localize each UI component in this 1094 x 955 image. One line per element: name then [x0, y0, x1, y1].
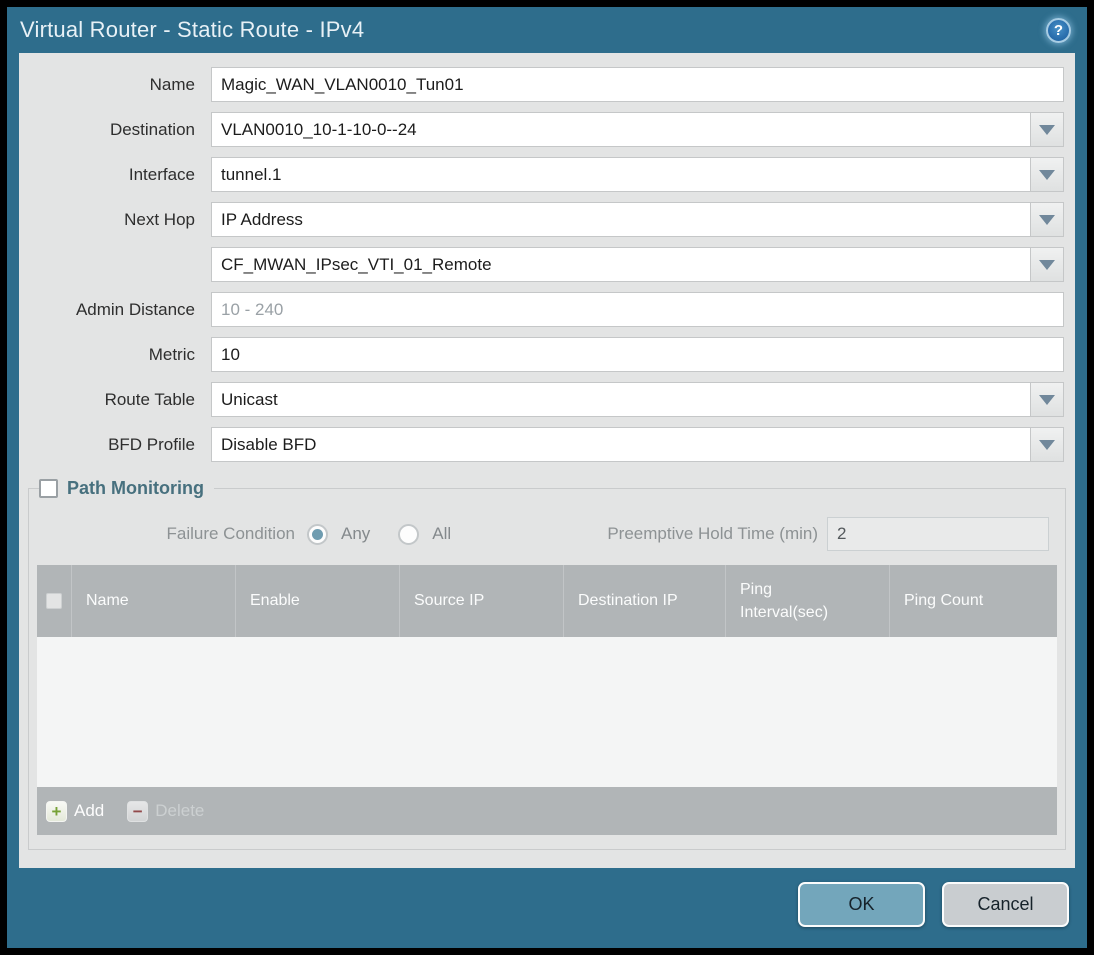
- cancel-button[interactable]: Cancel: [942, 882, 1069, 927]
- select-all-checkbox[interactable]: [46, 593, 62, 609]
- name-input[interactable]: [211, 67, 1064, 102]
- form-row-interface: Interface: [19, 157, 1075, 192]
- table-body-empty: [37, 637, 1057, 787]
- route-table-label: Route Table: [104, 389, 195, 409]
- plus-icon: +: [46, 800, 67, 822]
- bfd-profile-label: BFD Profile: [108, 434, 195, 454]
- add-button[interactable]: + Add: [46, 800, 105, 822]
- chevron-down-icon: [1039, 124, 1055, 135]
- column-header-ping-count: Ping Count: [904, 592, 984, 609]
- interface-input[interactable]: [211, 157, 1031, 192]
- bfd-profile-dropdown-button[interactable]: [1030, 427, 1064, 462]
- form-row-route-table: Route Table: [19, 382, 1075, 417]
- ok-button[interactable]: OK: [798, 882, 925, 927]
- table-toolbar: + Add − Delete: [37, 787, 1057, 835]
- route-table-dropdown-button[interactable]: [1030, 382, 1064, 417]
- admin-distance-label: Admin Distance: [75, 299, 195, 319]
- destination-label: Destination: [109, 119, 195, 139]
- failure-condition-all-option[interactable]: All: [398, 523, 452, 545]
- form-row-bfd-profile: BFD Profile: [19, 427, 1075, 462]
- preemptive-hold-time-label: Preemptive Hold Time (min): [607, 524, 818, 543]
- column-header-source-ip: Source IP: [400, 565, 564, 637]
- next-hop-address-dropdown-button[interactable]: [1030, 247, 1064, 282]
- destination-input[interactable]: [211, 112, 1031, 147]
- chevron-down-icon: [1039, 439, 1055, 450]
- name-label: Name: [149, 74, 195, 94]
- chevron-down-icon: [1039, 394, 1055, 405]
- admin-distance-input[interactable]: [211, 292, 1064, 327]
- form-row-destination: Destination: [19, 112, 1075, 147]
- metric-label: Metric: [148, 344, 195, 364]
- interface-dropdown-button[interactable]: [1030, 157, 1064, 192]
- path-monitoring-section: Path Monitoring Failure Condition Any Al…: [28, 478, 1066, 850]
- radio-all-label: All: [432, 524, 452, 543]
- column-header-ping-interval: Ping Interval(sec): [726, 565, 890, 637]
- chevron-down-icon: [1039, 169, 1055, 180]
- form-row-admin-distance: Admin Distance: [19, 292, 1075, 327]
- path-monitoring-table: Name Enable Source IP Destination IP Pin…: [37, 565, 1057, 835]
- column-header-name: Name: [72, 565, 236, 637]
- title-bar: Virtual Router - Static Route - IPv4 ?: [7, 7, 1087, 53]
- help-icon[interactable]: ?: [1046, 17, 1071, 43]
- add-button-label: Add: [74, 801, 105, 820]
- form-row-metric: Metric: [19, 337, 1075, 372]
- interface-label: Interface: [128, 164, 195, 184]
- failure-condition-any-option[interactable]: Any: [307, 523, 371, 545]
- page-title: Virtual Router - Static Route - IPv4: [20, 17, 365, 42]
- path-monitoring-title: Path Monitoring: [67, 478, 204, 498]
- column-header-destination-ip: Destination IP: [564, 565, 726, 637]
- route-table-input[interactable]: [211, 382, 1031, 417]
- next-hop-type-dropdown-button[interactable]: [1030, 202, 1064, 237]
- metric-input[interactable]: [211, 337, 1064, 372]
- bfd-profile-input[interactable]: [211, 427, 1031, 462]
- destination-dropdown-button[interactable]: [1030, 112, 1064, 147]
- form-row-next-hop: Next Hop: [19, 202, 1075, 237]
- next-hop-label: Next Hop: [124, 209, 195, 229]
- radio-any-icon[interactable]: [307, 523, 328, 545]
- next-hop-type-input[interactable]: [211, 202, 1031, 237]
- minus-icon: −: [127, 800, 149, 822]
- next-hop-address-input[interactable]: [211, 247, 1031, 282]
- chevron-down-icon: [1039, 259, 1055, 270]
- table-header-select-all: [37, 565, 72, 637]
- column-header-enable: Enable: [236, 565, 400, 637]
- delete-button[interactable]: − Delete: [127, 800, 205, 822]
- form-row-next-hop-address: [19, 247, 1075, 282]
- path-monitoring-checkbox[interactable]: [39, 479, 58, 498]
- preemptive-hold-time-input[interactable]: [827, 517, 1049, 551]
- form-row-name: Name: [19, 67, 1075, 102]
- path-monitoring-legend: Path Monitoring: [39, 478, 214, 499]
- failure-condition-label: Failure Condition: [166, 524, 295, 543]
- dialog-footer: OK Cancel: [7, 868, 1087, 948]
- dialog-window: Virtual Router - Static Route - IPv4 ? N…: [7, 7, 1087, 948]
- dialog-content: Name Destination Interface: [19, 53, 1075, 868]
- radio-all-icon[interactable]: [398, 523, 420, 545]
- chevron-down-icon: [1039, 214, 1055, 225]
- radio-any-label: Any: [341, 524, 371, 543]
- static-route-form: Name Destination Interface: [19, 53, 1075, 462]
- failure-condition-row: Failure Condition Any All Preemptive Hol…: [39, 517, 1055, 551]
- table-header: Name Enable Source IP Destination IP Pin…: [37, 565, 1057, 637]
- delete-button-label: Delete: [155, 801, 205, 820]
